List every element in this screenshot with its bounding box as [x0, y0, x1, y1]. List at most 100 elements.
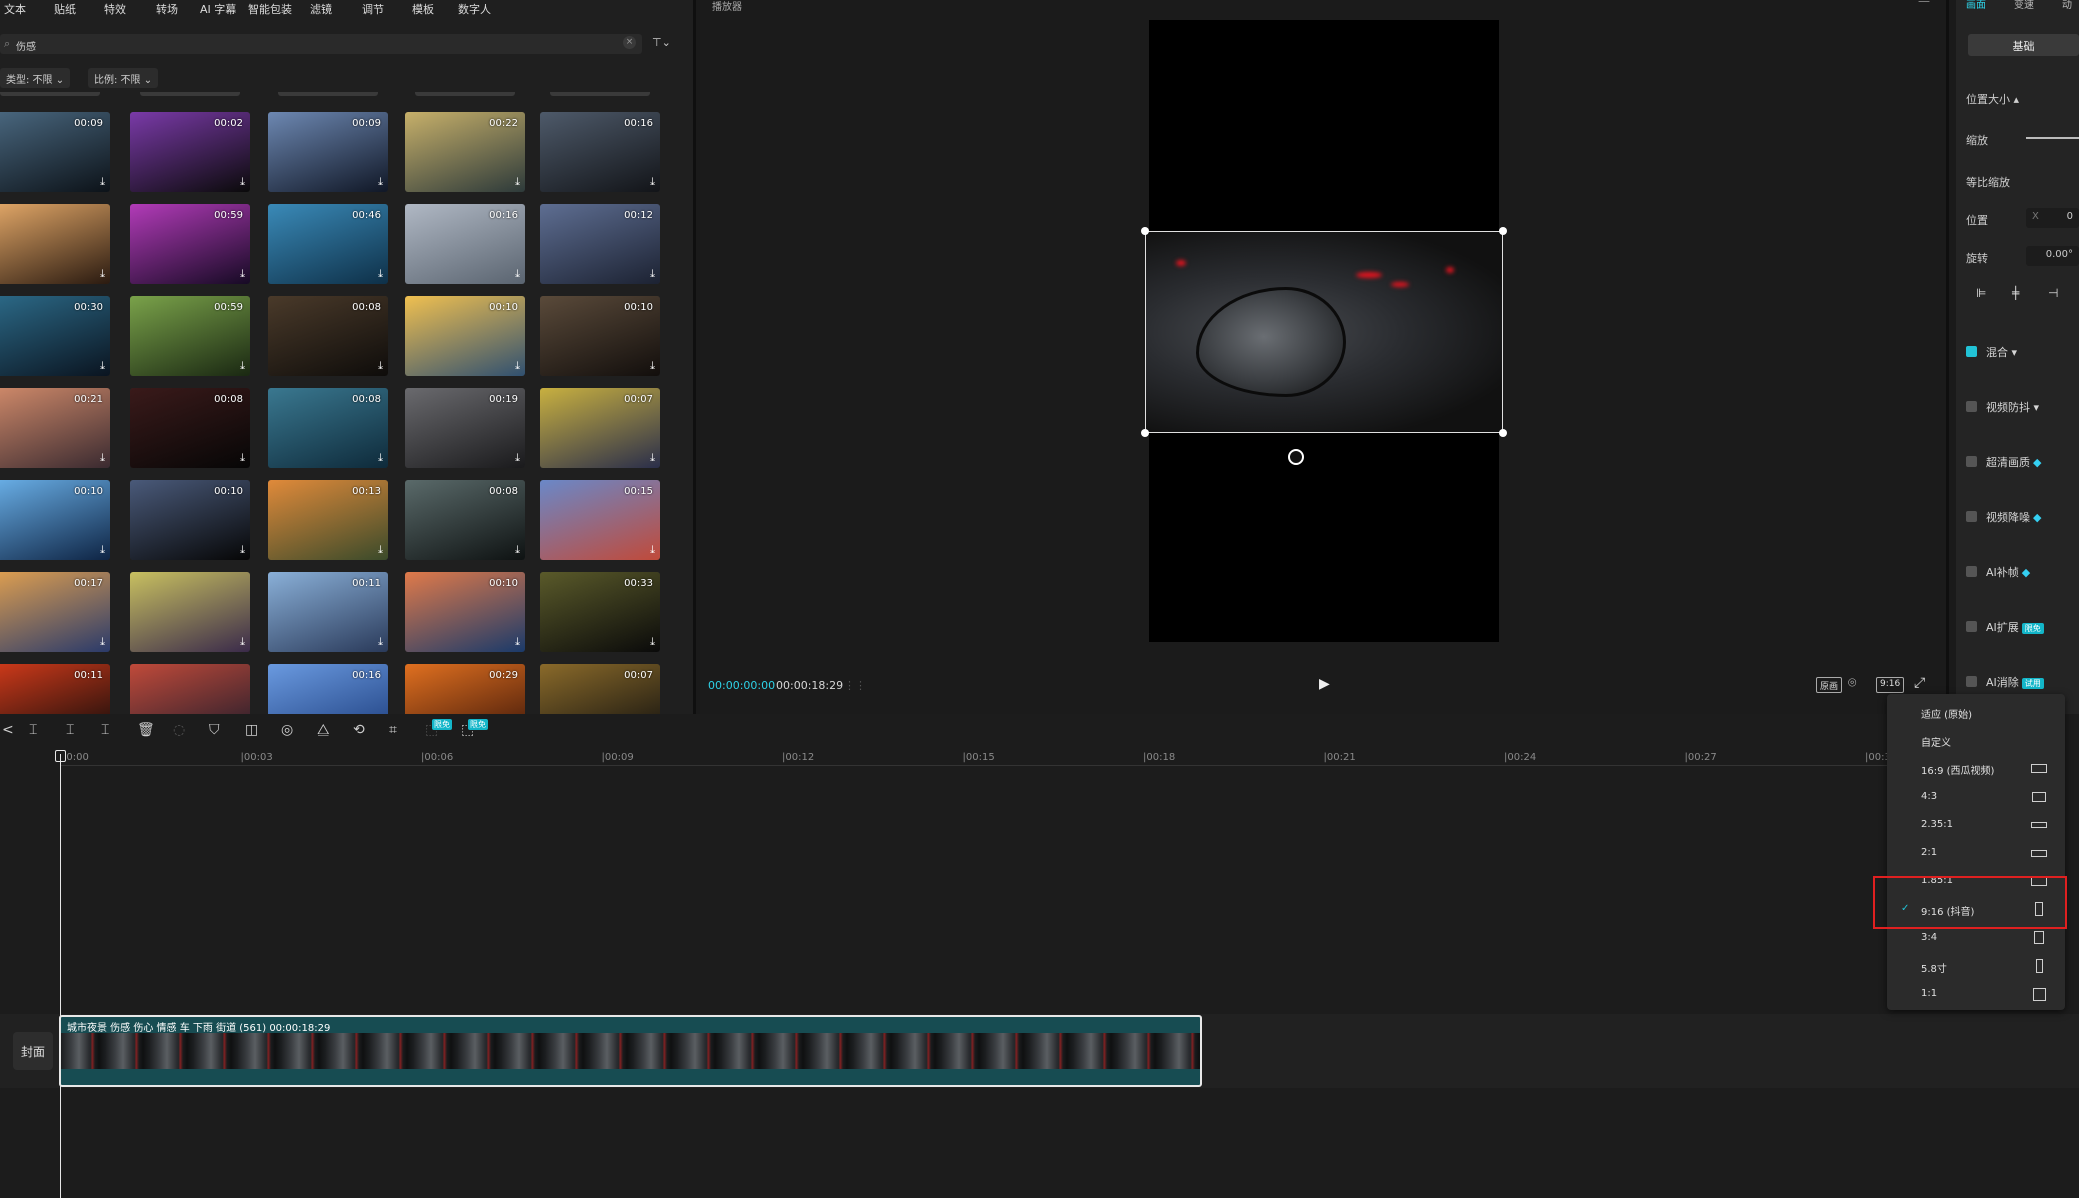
- media-thumbnail[interactable]: ⤓: [130, 664, 250, 714]
- ratio-button[interactable]: 9:16: [1876, 677, 1905, 693]
- option-label[interactable]: AI消除 试用: [1986, 674, 2044, 690]
- download-icon[interactable]: ⤓: [650, 175, 655, 189]
- screenshot-icon[interactable]: ⌾: [1848, 675, 1856, 691]
- split-icon[interactable]: ⌶: [29, 722, 37, 738]
- media-thumbnail[interactable]: 00:59 ⤓: [130, 204, 250, 284]
- ratio-option[interactable]: 16:9 (西瓜视频): [1887, 754, 2065, 782]
- media-thumbnail[interactable]: 00:10 ⤓: [130, 480, 250, 560]
- media-thumbnail[interactable]: 00:12 ⤓: [540, 204, 660, 284]
- tab-filter[interactable]: 滤镜: [310, 0, 332, 18]
- download-icon[interactable]: ⤓: [378, 359, 383, 373]
- tab-animation[interactable]: 动: [2062, 0, 2072, 11]
- media-thumbnail[interactable]: 00:02 ⤓: [130, 112, 250, 192]
- media-thumbnail[interactable]: 00:11 ⤓: [268, 572, 388, 652]
- media-thumbnail[interactable]: 00:16⤓: [268, 664, 388, 714]
- option-label[interactable]: AI扩展 限免: [1986, 619, 2044, 635]
- download-icon[interactable]: ⤓: [240, 359, 245, 373]
- split-right-icon[interactable]: ⌶: [101, 722, 109, 738]
- media-thumbnail[interactable]: 00:10 ⤓: [540, 296, 660, 376]
- scale-slider[interactable]: [2026, 137, 2079, 139]
- tab-smart-package[interactable]: 智能包装: [248, 0, 292, 18]
- download-icon[interactable]: ⤓: [515, 359, 520, 373]
- download-icon[interactable]: ⤓: [240, 451, 245, 465]
- select-icon[interactable]: <: [2, 722, 14, 738]
- tab-digital-human[interactable]: 数字人: [458, 0, 491, 18]
- ratio-option[interactable]: 2:1: [1887, 839, 2065, 867]
- tab-text[interactable]: 文本: [4, 0, 26, 18]
- video-frame[interactable]: [1145, 231, 1503, 433]
- media-thumbnail[interactable]: 00:29⤓: [405, 664, 525, 714]
- media-thumbnail[interactable]: 00:09 ⤓: [0, 112, 110, 192]
- download-icon[interactable]: ⤓: [100, 359, 105, 373]
- option-label[interactable]: AI补帧 ◆: [1986, 564, 2030, 580]
- download-icon[interactable]: ⤓: [240, 175, 245, 189]
- ratio-option[interactable]: 5.8寸: [1887, 952, 2065, 980]
- download-icon[interactable]: ⤓: [240, 635, 245, 649]
- ratio-option[interactable]: 4:3: [1887, 783, 2065, 811]
- rotate-icon[interactable]: ⟲: [353, 722, 365, 738]
- rotate-handle-icon[interactable]: [1288, 449, 1304, 465]
- play-icon[interactable]: ▶: [1319, 676, 1330, 692]
- download-icon[interactable]: ⤓: [378, 635, 383, 649]
- download-icon[interactable]: ⤓: [100, 543, 105, 557]
- timeline-ruler[interactable]: 00:00 |00:03 |00:06 |00:09 |00:12 |00:15 |00:1…: [60, 752, 1960, 766]
- download-icon[interactable]: ⤓: [515, 267, 520, 281]
- media-thumbnail[interactable]: ⤓: [0, 204, 110, 284]
- download-icon[interactable]: ⤓: [100, 451, 105, 465]
- media-thumbnail[interactable]: 00:07⤓: [540, 664, 660, 714]
- download-icon[interactable]: ⤓: [650, 451, 655, 465]
- option-checkbox[interactable]: [1966, 511, 1977, 522]
- option-label[interactable]: 视频防抖 ▾: [1986, 399, 2039, 415]
- media-thumbnail[interactable]: 00:10 ⤓: [0, 480, 110, 560]
- media-thumbnail[interactable]: 00:46 ⤓: [268, 204, 388, 284]
- media-thumbnail[interactable]: 00:16⤓: [405, 204, 525, 284]
- media-thumbnail[interactable]: 00:13 ⤓: [268, 480, 388, 560]
- option-checkbox[interactable]: [1966, 621, 1977, 632]
- video-clip[interactable]: 城市夜景 伤感 伤心 情感 车 下雨 街道 (561) 00:00:18:29: [59, 1015, 1202, 1087]
- cover-button[interactable]: 封面: [13, 1032, 53, 1070]
- download-icon[interactable]: ⤓: [100, 267, 105, 281]
- play-range-icon[interactable]: ◎: [281, 722, 293, 738]
- media-thumbnail[interactable]: 00:10 ⤓: [405, 296, 525, 376]
- download-icon[interactable]: ⤓: [650, 267, 655, 281]
- ratio-filter-chip[interactable]: 比例: 不限 ⌄: [88, 68, 159, 88]
- search-input[interactable]: ⌕ 伤感 ×: [0, 34, 642, 54]
- media-thumbnail[interactable]: 00:15 ⤓: [540, 480, 660, 560]
- panel-divider[interactable]: [693, 0, 696, 714]
- media-thumbnail[interactable]: 00:08 ⤓: [130, 388, 250, 468]
- media-thumbnail[interactable]: 00:33 ⤓: [540, 572, 660, 652]
- clear-search-icon[interactable]: ×: [623, 36, 636, 49]
- option-checkbox[interactable]: [1966, 346, 1977, 357]
- media-thumbnail[interactable]: 00:19 ⤓: [405, 388, 525, 468]
- type-filter-chip[interactable]: 类型: 不限 ⌄: [0, 68, 71, 88]
- download-icon[interactable]: ⤓: [240, 267, 245, 281]
- download-icon[interactable]: ⤓: [515, 175, 520, 189]
- media-thumbnail[interactable]: 00:30 ⤓: [0, 296, 110, 376]
- rotate-field[interactable]: 0.00°: [2026, 246, 2079, 266]
- option-label[interactable]: 混合 ▾: [1986, 344, 2017, 360]
- grid-icon[interactable]: ⋮⋮: [844, 679, 866, 692]
- media-thumbnail[interactable]: ⤓: [130, 572, 250, 652]
- align-right-icon[interactable]: ⊣: [2048, 286, 2058, 300]
- tab-ai-caption[interactable]: AI 字幕: [200, 0, 236, 18]
- fullscreen-icon[interactable]: ⤢: [1914, 675, 1925, 691]
- speed-icon[interactable]: ◫: [245, 722, 258, 738]
- download-icon[interactable]: ⤓: [100, 635, 105, 649]
- original-quality-button[interactable]: 原画: [1816, 677, 1843, 693]
- media-thumbnail[interactable]: 00:21 ⤓: [0, 388, 110, 468]
- resize-handle-tl[interactable]: [1141, 227, 1149, 235]
- download-icon[interactable]: ⤓: [650, 359, 655, 373]
- media-thumbnail[interactable]: 00:22 ⤓: [405, 112, 525, 192]
- tab-sticker[interactable]: 贴纸: [54, 0, 76, 18]
- option-checkbox[interactable]: [1966, 676, 1977, 687]
- download-icon[interactable]: ⤓: [378, 267, 383, 281]
- delete-icon[interactable]: 🗑: [137, 722, 155, 738]
- align-center-icon[interactable]: ╪: [2012, 286, 2019, 300]
- media-thumbnail[interactable]: 00:08 ⤓: [268, 296, 388, 376]
- download-icon[interactable]: ⤓: [650, 543, 655, 557]
- resize-handle-bl[interactable]: [1141, 429, 1149, 437]
- mirror-icon[interactable]: ⧋: [317, 722, 330, 738]
- split-left-icon[interactable]: ⌶: [66, 722, 74, 738]
- playhead[interactable]: [60, 754, 61, 1198]
- tab-picture[interactable]: 画面: [1966, 0, 1986, 11]
